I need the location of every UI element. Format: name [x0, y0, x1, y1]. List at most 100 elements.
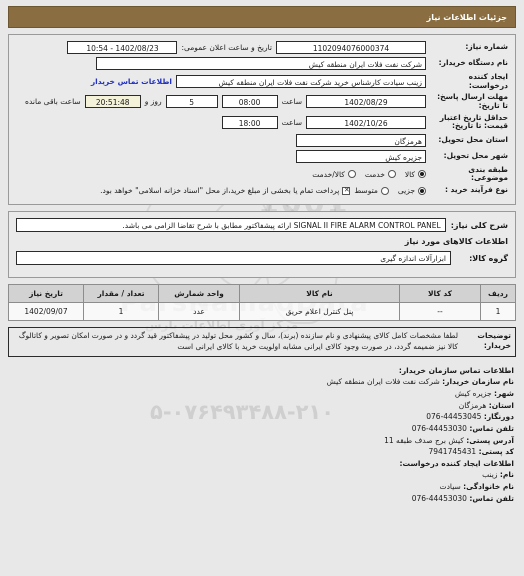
checkbox-icon[interactable] — [342, 186, 351, 195]
summary-value: SIGNAL II FIRE ALARM CONTROL PANEL ارائه… — [16, 218, 446, 232]
goods-table: ردیف کد کالا نام کالا واحد شمارش تعداد /… — [8, 284, 516, 321]
category-option-label: کالا — [404, 169, 415, 179]
contact-fax-value: 44453045-076 — [426, 412, 482, 422]
price-validity-row: حداقل تاریخ اعتبار قیمت: تا تاریخ: 1402/… — [16, 112, 508, 131]
category-option-label: کالا/خدمت — [312, 169, 345, 179]
contact-postal-row: کد پستی: 7941745431 — [10, 446, 514, 458]
contact-phone-row: تلفن تماس: 44453030-076 — [10, 423, 514, 435]
price-validity-date-value: 1402/10/26 — [306, 115, 426, 129]
process-row: نوع فرآیند خرید : جزیی متوسط پرداخت تمام… — [16, 186, 508, 195]
buyer-notes-panel: توضیحات خریدار: لطفا مشخصات کامل کالای پ… — [8, 327, 516, 357]
contact-fax-row: دورنگار: 44453045-076 — [10, 411, 514, 423]
goods-info-title: اطلاعات کالاهای مورد نیاز — [404, 237, 508, 246]
description-panel: شرح کلی نیاز: SIGNAL II FIRE ALARM CONTR… — [8, 211, 516, 278]
category-label: طبقه بندی موضوعی: — [468, 164, 508, 183]
need-number-label: شماره نیاز: — [465, 42, 508, 52]
category-radio-group: کالا خدمت کالا/خدمت — [312, 170, 426, 179]
radio-icon[interactable] — [418, 170, 426, 179]
creator-last-name-value: سیادت — [439, 482, 461, 491]
column-header-quantity: تعداد / مقدار — [83, 284, 159, 303]
contact-province-label: استان: — [488, 400, 514, 410]
goods-group-value: ابزارآلات اندازه گیری — [16, 251, 451, 265]
contact-postal-label: کد پستی: — [478, 447, 514, 457]
creator-row: ایجاد کننده درخواست: زینب سیادت کارشناس … — [16, 72, 508, 90]
cell-name: پنل کنترل اعلام حریق — [239, 302, 400, 321]
page-title: جزئیات اطلاعات نیاز — [8, 6, 516, 28]
contact-address-value: کیش برج صدف طبقه 11 — [384, 435, 464, 445]
cell-unit: عدد — [158, 302, 240, 321]
cell-need-date: 1402/09/07 — [8, 302, 84, 321]
process-option-label: جزیی — [397, 186, 415, 195]
contact-address-label: آدرس پستی: — [466, 435, 514, 445]
creator-first-name-label: نام: — [499, 470, 514, 480]
process-option-medium[interactable]: متوسط — [354, 186, 389, 195]
radio-icon[interactable] — [380, 186, 389, 195]
public-announce-label: تاریخ و ساعت اعلان عمومی: — [181, 43, 272, 52]
buyer-org-row: نام دستگاه خریدار: شرکت نفت فلات ایران م… — [16, 57, 508, 70]
org-name-value: شرکت نفت فلات ایران منطقه کیش — [326, 377, 440, 387]
goods-group-row: گروه کالا: ابزارآلات اندازه گیری — [16, 251, 508, 265]
province-row: استان محل تحویل: هرمزگان — [16, 133, 508, 147]
city-label: شهر محل تحویل: — [443, 150, 508, 160]
need-number-row: شماره نیاز: 1102094076000374 تاریخ و ساع… — [16, 41, 508, 54]
cell-code: -- — [399, 302, 481, 321]
contact-address-row: آدرس پستی: کیش برج صدف طبقه 11 — [10, 435, 514, 447]
deadline-time-value: 08:00 — [221, 95, 278, 109]
creator-first-name-value: زینب — [482, 470, 498, 480]
deadline-row: مهلت ارسال پاسخ: تا تاریخ: 1402/08/29 سا… — [16, 92, 508, 110]
buyer-contact-link[interactable]: اطلاعات تماس خریدار — [91, 77, 172, 86]
cell-quantity: 1 — [83, 302, 159, 321]
tender-details-page: جزئیات اطلاعات نیاز شماره نیاز: 11020940… — [0, 0, 524, 504]
table-header-row: ردیف کد کالا نام کالا واحد شمارش تعداد /… — [8, 284, 516, 303]
category-option-service[interactable]: خدمت — [365, 170, 396, 179]
contact-province-row: استان: هرمزگان — [10, 400, 514, 412]
need-number-value: 1102094076000374 — [276, 41, 426, 54]
summary-label: شرح کلی نیاز: — [450, 220, 508, 230]
remaining-days-value: 5 — [165, 95, 218, 109]
contact-phone-value: 44453030-076 — [411, 423, 467, 433]
deadline-time-label: ساعت — [281, 97, 302, 107]
org-name-row: نام سازمان خریدار: شرکت نفت فلات ایران م… — [10, 376, 514, 388]
process-option-minor[interactable]: جزیی — [398, 186, 426, 195]
org-contact-section-title: اطلاعات تماس سازمان خریدار: — [398, 365, 514, 375]
price-validity-time-label: ساعت — [281, 117, 302, 127]
radio-icon[interactable] — [418, 186, 426, 195]
buyer-notes-text: لطفا مشخصات کامل کالای پیشنهادی و نام سا… — [18, 331, 458, 351]
table-row: 1 -- پنل کنترل اعلام حریق عدد 1 1402/09/… — [8, 302, 516, 321]
contact-info-block: اطلاعات تماس سازمان خریدار: نام سازمان خ… — [8, 365, 516, 505]
column-header-unit: واحد شمارش — [158, 284, 240, 303]
contact-city-value: جزیره کیش — [454, 389, 492, 398]
category-option-goods[interactable]: کالا — [405, 170, 426, 179]
province-value: هرمزگان — [296, 133, 426, 147]
summary-row: شرح کلی نیاز: SIGNAL II FIRE ALARM CONTR… — [16, 218, 508, 232]
remaining-suffix-label: ساعت باقی مانده — [25, 97, 81, 107]
city-row: شهر محل تحویل: جزیره کیش — [16, 149, 508, 163]
contact-city-row: شهر: جزیره کیش — [10, 388, 514, 400]
buyer-org-value: شرکت نفت فلات ایران منطقه کیش — [96, 57, 426, 70]
process-option-label: متوسط — [354, 186, 378, 195]
column-header-row-number: ردیف — [480, 284, 516, 303]
need-info-panel: شماره نیاز: 1102094076000374 تاریخ و ساع… — [8, 34, 516, 205]
cell-row-number: 1 — [480, 302, 516, 321]
category-option-goods-service[interactable]: کالا/خدمت — [312, 170, 356, 179]
buyer-notes-label: توضیحات خریدار: — [477, 331, 511, 350]
creator-first-name-row: نام: زینب — [10, 469, 514, 481]
creator-contact-section-title: اطلاعات ایجاد کننده درخواست: — [399, 458, 515, 468]
creator-phone-value: 44453030-076 — [411, 493, 467, 503]
city-value: جزیره کیش — [296, 149, 426, 163]
creator-phone-label: تلفن تماس: — [469, 493, 514, 503]
treasury-checkbox-item[interactable]: پرداخت تمام یا بخشی از مبلغ خرید،از محل … — [100, 186, 351, 195]
radio-icon[interactable] — [347, 170, 356, 179]
price-validity-label: حداقل تاریخ اعتبار قیمت: تا تاریخ: — [439, 112, 508, 131]
process-radio-group: جزیی متوسط — [354, 186, 426, 195]
creator-last-name-label: نام خانوادگی: — [463, 482, 514, 491]
treasury-note-label: پرداخت تمام یا بخشی از مبلغ خرید،از محل … — [100, 186, 340, 195]
deadline-date-value: 1402/08/29 — [306, 95, 426, 109]
remaining-days-label: روز و — [144, 97, 162, 107]
creator-phone-row: تلفن تماس: 44453030-076 — [10, 493, 514, 505]
contact-province-value: هرمزگان — [458, 400, 487, 410]
contact-postal-value: 7941745431 — [428, 447, 477, 457]
price-validity-time-value: 18:00 — [221, 115, 278, 129]
public-announce-value: 1402/08/23 - 10:54 — [67, 41, 178, 54]
radio-icon[interactable] — [387, 170, 396, 179]
